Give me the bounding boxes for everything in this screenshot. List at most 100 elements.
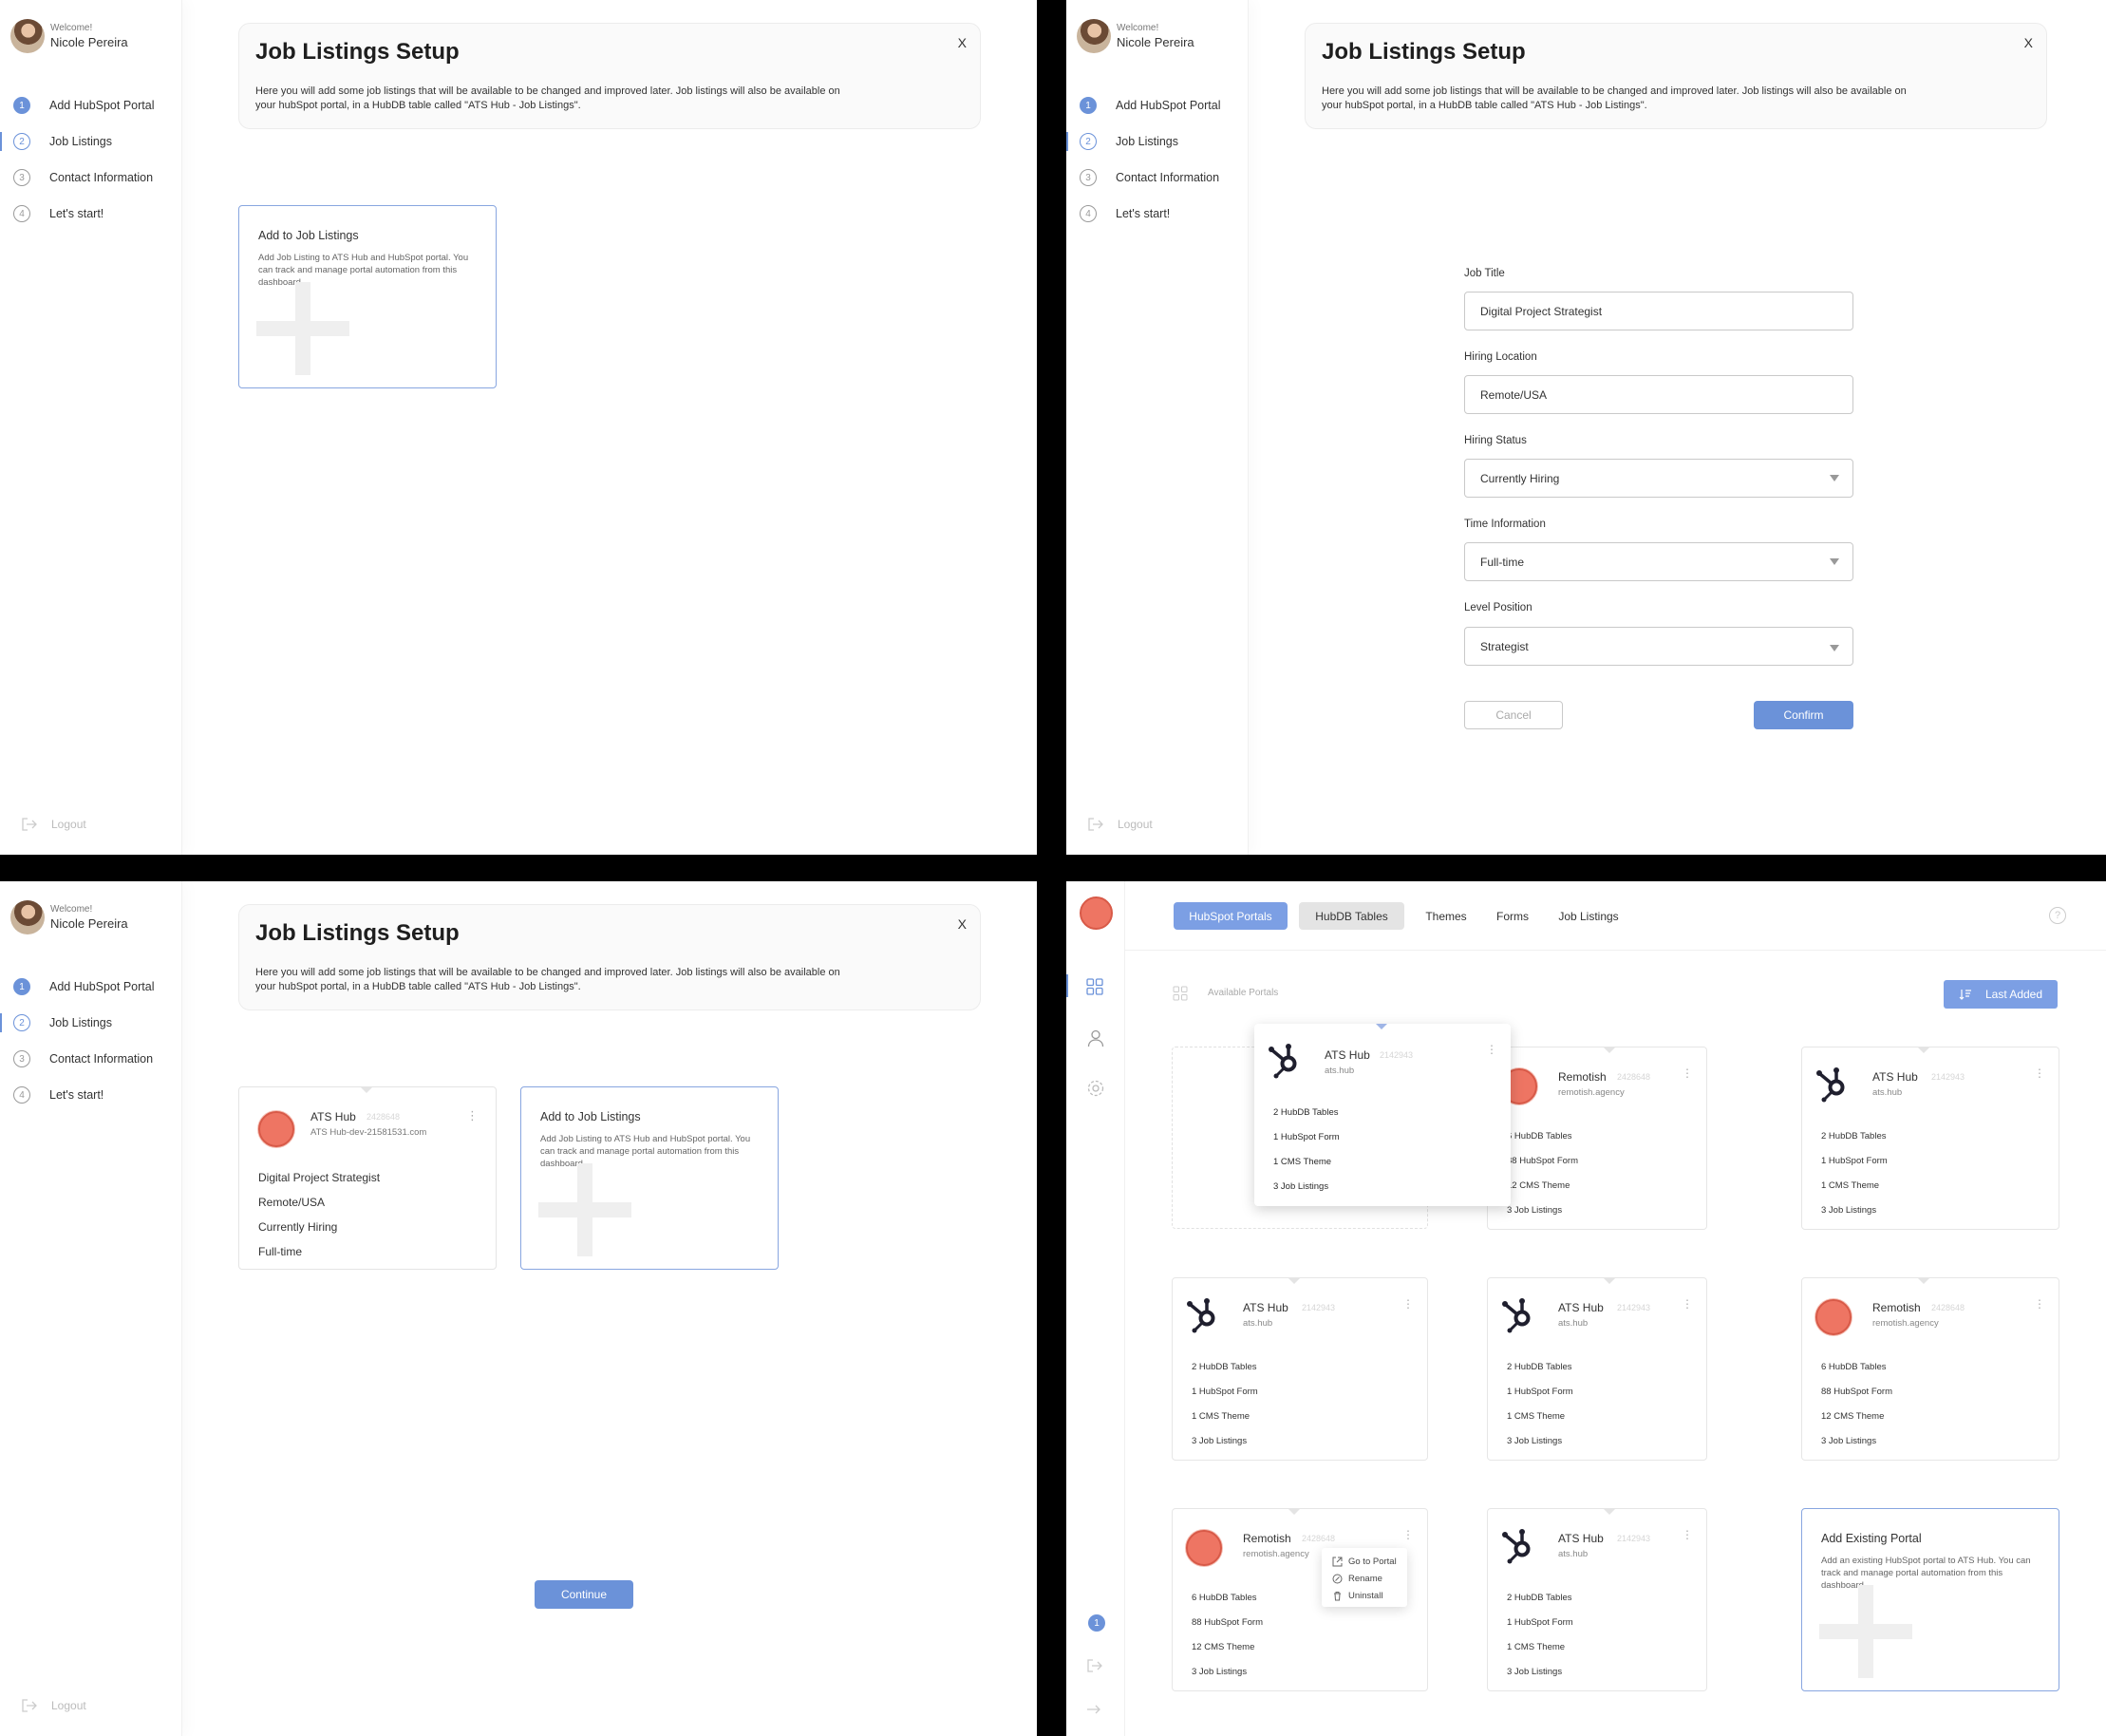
logout-button[interactable]: Logout — [1087, 817, 1153, 832]
step-number: 4 — [13, 1086, 30, 1104]
stat-listings: 3 Job Listings — [1273, 1181, 1329, 1192]
logout-button[interactable]: Logout — [21, 817, 86, 832]
logout-icon[interactable] — [1086, 1658, 1103, 1673]
grid-icon[interactable] — [1086, 978, 1103, 995]
avatar — [1077, 19, 1111, 53]
step-contact-information[interactable]: 3 Contact Information — [1080, 168, 1219, 187]
tab-hubspot-portals[interactable]: HubSpot Portals — [1174, 902, 1288, 930]
hiring-status-value: Currently Hiring — [1480, 471, 1560, 485]
page-title: Job Listings Setup — [1322, 39, 1526, 65]
logout-icon — [22, 818, 37, 831]
portal-card[interactable]: ATS Hub 2142943 ats.hub ⋮ 2 HubDB Tables 1 Hu… — [1172, 1277, 1428, 1461]
menu-item-go-to-portal[interactable]: Go to Portal — [1332, 1557, 1397, 1567]
step-number: 3 — [13, 1050, 30, 1067]
card-description: Add Job Listing to ATS Hub and HubSpot p… — [258, 253, 469, 288]
card-notch — [1604, 1278, 1615, 1284]
notification-badge[interactable]: 1 — [1088, 1614, 1105, 1632]
job-title-input[interactable]: Digital Project Strategist — [1464, 292, 1853, 330]
step-job-listings[interactable]: 2 Job Listings — [13, 132, 112, 151]
continue-button[interactable]: Continue — [535, 1580, 633, 1609]
hiring-status-label: Hiring Status — [1464, 435, 1527, 446]
menu-label: Uninstall — [1348, 1591, 1383, 1601]
stat-listings: 3 Job Listings — [1192, 1436, 1248, 1446]
hubspot-logo-icon — [1501, 1526, 1533, 1569]
time-information-value: Full-time — [1480, 555, 1525, 569]
app-logo[interactable] — [1080, 896, 1113, 930]
step-add-hubspot-portal[interactable]: 1 Add HubSpot Portal — [13, 977, 155, 996]
more-options-icon[interactable]: ⋮ — [1682, 1066, 1693, 1080]
more-options-icon[interactable]: ⋮ — [1486, 1043, 1497, 1056]
portal-logo-icon — [1186, 1530, 1222, 1566]
menu-item-rename[interactable]: Rename — [1332, 1574, 1382, 1584]
more-options-icon[interactable]: ⋮ — [2034, 1297, 2045, 1311]
logout-button[interactable]: Logout — [21, 1698, 86, 1713]
stat-themes: 12 CMS Theme — [1507, 1180, 1570, 1191]
step-lets-start[interactable]: 4 Let's start! — [1080, 204, 1170, 223]
cancel-button[interactable]: Cancel — [1464, 701, 1563, 729]
sidebar: Welcome! Nicole Pereira 1 Add HubSpot Por… — [1066, 0, 1249, 855]
step-job-listings[interactable]: 2 Job Listings — [13, 1013, 112, 1032]
step-contact-information[interactable]: 3 Contact Information — [13, 1049, 153, 1068]
close-button[interactable]: X — [958, 35, 967, 50]
more-options-icon[interactable]: ⋮ — [1682, 1297, 1693, 1311]
hiring-status-select[interactable]: Currently Hiring — [1464, 459, 1853, 498]
stat-listings: 3 Job Listings — [1507, 1205, 1563, 1216]
chevron-down-icon — [1830, 475, 1839, 481]
user-icon[interactable] — [1086, 1028, 1105, 1047]
portal-id: 2142943 — [1931, 1072, 1965, 1082]
step-number: 2 — [13, 1014, 30, 1031]
active-nav-indicator — [1066, 974, 1068, 997]
close-button[interactable]: X — [958, 916, 967, 932]
portal-card[interactable]: ATS Hub 2142943 ats.hub ⋮ 2 HubDB Tables 1 Hu… — [1487, 1277, 1707, 1461]
card-title: Add to Job Listings — [258, 229, 359, 242]
stat-tables: 2 HubDB Tables — [1507, 1593, 1572, 1603]
step-add-hubspot-portal[interactable]: 1 Add HubSpot Portal — [13, 96, 155, 115]
confirm-button[interactable]: Confirm — [1754, 701, 1853, 729]
help-icon[interactable]: ? — [2049, 907, 2066, 924]
stat-themes: 12 CMS Theme — [1192, 1642, 1255, 1652]
more-options-icon[interactable]: ⋮ — [2034, 1066, 2045, 1080]
more-options-icon[interactable]: ⋮ — [466, 1108, 479, 1123]
available-portals-label: Available Portals — [1208, 988, 1279, 998]
more-options-icon[interactable]: ⋮ — [1402, 1528, 1414, 1541]
more-options-icon[interactable]: ⋮ — [1682, 1528, 1693, 1541]
step-label: Let's start! — [49, 207, 104, 220]
tab-job-listings[interactable]: Job Listings — [1551, 902, 1627, 930]
stat-forms: 1 HubSpot Form — [1821, 1156, 1888, 1166]
portal-card[interactable]: Remotish 2428648 remotish.agency ⋮ 6 HubDB T… — [1487, 1047, 1707, 1230]
listing-status: Currently Hiring — [258, 1220, 338, 1234]
menu-item-uninstall[interactable]: Uninstall — [1332, 1591, 1382, 1601]
job-listing-card[interactable]: ATS Hub 2428648 ATS Hub-dev-21581531.com… — [238, 1086, 497, 1270]
add-existing-portal-card[interactable]: Add Existing Portal Add an existing HubS… — [1801, 1508, 2059, 1691]
portal-card[interactable]: ATS Hub 2142943 ats.hub ⋮ 2 HubDB Tables 1 Hu… — [1801, 1047, 2059, 1230]
user-name: Nicole Pereira — [50, 916, 128, 931]
add-job-listing-card[interactable]: Add to Job Listings Add Job Listing to A… — [238, 205, 497, 388]
time-information-select[interactable]: Full-time — [1464, 542, 1853, 581]
step-number: 1 — [1080, 97, 1097, 114]
hubspot-logo-icon — [1815, 1065, 1848, 1107]
hiring-location-input[interactable]: Remote/USA — [1464, 375, 1853, 414]
step-add-hubspot-portal[interactable]: 1 Add HubSpot Portal — [1080, 96, 1221, 115]
tab-forms[interactable]: Forms — [1489, 902, 1536, 930]
stat-tables: 2 HubDB Tables — [1192, 1362, 1257, 1372]
step-lets-start[interactable]: 4 Let's start! — [13, 204, 103, 223]
portal-card[interactable]: ATS Hub 2142943 ats.hub ⋮ 2 HubDB Tables 1 Hu… — [1487, 1508, 1707, 1691]
rename-icon — [1332, 1574, 1343, 1584]
level-position-select[interactable]: Strategist — [1464, 627, 1853, 666]
step-lets-start[interactable]: 4 Let's start! — [13, 1085, 103, 1104]
tab-hubdb-tables[interactable]: HubDB Tables — [1299, 902, 1404, 930]
step-contact-information[interactable]: 3 Contact Information — [13, 168, 153, 187]
add-job-listing-card[interactable]: Add to Job Listings Add Job Listing to A… — [520, 1086, 779, 1270]
expand-arrow-icon[interactable] — [1086, 1704, 1101, 1715]
dragged-portal-card[interactable]: ATS Hub 2142943 ats.hub ⋮ 2 HubDB Tables… — [1254, 1024, 1511, 1206]
step-job-listings[interactable]: 2 Job Listings — [1080, 132, 1178, 151]
close-button[interactable]: X — [2024, 35, 2033, 50]
stat-themes: 1 CMS Theme — [1507, 1642, 1566, 1652]
portal-card[interactable]: Remotish 2428648 remotish.agency ⋮ 6 HubDB T… — [1801, 1277, 2059, 1461]
listing-location: Remote/USA — [258, 1196, 326, 1209]
more-options-icon[interactable]: ⋮ — [1402, 1297, 1414, 1311]
step-label: Job Listings — [49, 135, 113, 148]
tab-themes[interactable]: Themes — [1418, 902, 1475, 930]
gear-icon[interactable] — [1086, 1079, 1105, 1098]
sort-last-added-button[interactable]: Last Added — [1944, 980, 2058, 1009]
